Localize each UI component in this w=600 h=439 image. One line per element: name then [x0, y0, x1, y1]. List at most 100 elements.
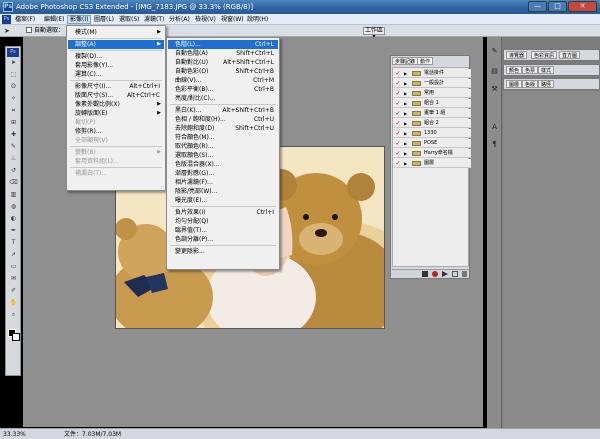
image-menu-item[interactable]: 模式(M) ▶ [68, 28, 164, 37]
slice-tool-icon[interactable]: ⊞ [8, 119, 19, 126]
expand-arrow-icon[interactable]: ▶ [404, 149, 407, 158]
toggle-check-icon[interactable]: ✓ [395, 149, 401, 158]
hand-tool-icon[interactable]: ✋ [8, 299, 19, 306]
layers-icon[interactable]: ▤ [490, 67, 499, 76]
menu-analysis[interactable]: 分析(A) [167, 15, 192, 24]
menu-image[interactable]: 影像(I) [67, 15, 92, 24]
expand-arrow-icon[interactable]: ▶ [404, 79, 407, 88]
tab-histogram[interactable]: 直方圖 [559, 51, 581, 59]
image-menu-item[interactable]: 調整(A) ▶ [68, 40, 164, 49]
ps-menu-icon[interactable]: Ps [2, 15, 11, 24]
toggle-check-icon[interactable]: ✓ [395, 69, 401, 78]
crop-tool-icon[interactable]: ⌗ [8, 107, 19, 114]
dodge-tool-icon[interactable]: ◐ [8, 215, 19, 222]
expand-arrow-icon[interactable]: ▶ [404, 129, 407, 138]
action-set-row[interactable]: ✓ ▶ POSE [394, 139, 471, 148]
zoom-level[interactable]: 33.33% [3, 431, 26, 438]
adjust-menu-item[interactable]: 均勻分配(Q) [168, 217, 278, 226]
adjust-menu-item[interactable]: 色彩平衡(B)... Ctrl+B [168, 85, 278, 94]
auto-select-checkbox[interactable] [26, 27, 32, 33]
blur-tool-icon[interactable]: ◍ [8, 203, 19, 210]
adjust-menu-item[interactable]: 符合顏色(M)... [168, 133, 278, 142]
action-set-row[interactable]: ✓ ▶ 組合 1 [394, 99, 471, 108]
play-icon[interactable] [442, 271, 448, 277]
shape-tool-icon[interactable]: ▭ [8, 263, 19, 270]
lasso-tool-icon[interactable]: ʘ [8, 83, 19, 90]
tab-styles[interactable]: 樣式 [538, 66, 555, 74]
toggle-check-icon[interactable]: ✓ [395, 89, 401, 98]
tab-history[interactable]: 步驟記錄 [392, 57, 419, 65]
action-set-row[interactable]: ✓ ▶ 常用 [394, 89, 471, 98]
tab-layers[interactable]: 圖層 [506, 80, 523, 88]
adjust-menu-item[interactable]: 臨界值(T)... [168, 226, 278, 235]
move-tool-icon[interactable]: ➤ [8, 59, 19, 66]
adjust-menu-item[interactable]: 負片效果(I) Ctrl+I [168, 208, 278, 217]
expand-arrow-icon[interactable]: ▶ [404, 69, 407, 78]
marquee-tool-icon[interactable]: ⬚ [8, 71, 19, 78]
toggle-check-icon[interactable]: ✓ [395, 99, 401, 108]
image-menu-item[interactable]: 修剪(R)... [68, 127, 164, 136]
menu-view[interactable]: 檢視(V) [193, 15, 218, 24]
background-color-swatch[interactable] [12, 333, 20, 341]
gradient-tool-icon[interactable]: ▥ [8, 191, 19, 198]
adjust-menu-item[interactable]: 曲線(V)... Ctrl+M [168, 76, 278, 85]
eyedropper-tool-icon[interactable]: ✐ [8, 287, 19, 294]
action-set-row[interactable]: ✓ ▶ 組合 2 [394, 119, 471, 128]
menu-layer[interactable]: 圖層(L) [92, 15, 116, 24]
tab-info[interactable]: 色彩資訊 [531, 51, 558, 59]
action-set-row[interactable]: ✓ ▶ 電話掛件 [394, 69, 471, 78]
toggle-check-icon[interactable]: ✓ [395, 79, 401, 88]
action-set-row[interactable]: ✓ ▶ 畫筆 1 組 [394, 109, 471, 118]
character-icon[interactable]: A [490, 123, 499, 132]
expand-arrow-icon[interactable]: ▶ [404, 89, 407, 98]
adjust-menu-item[interactable]: 取代顏色(R)... [168, 142, 278, 151]
expand-arrow-icon[interactable]: ▶ [404, 119, 407, 128]
paragraph-icon[interactable]: ¶ [490, 140, 499, 149]
image-menu-item[interactable]: 旋轉版面(E) ▶ [68, 109, 164, 118]
adjust-menu-item[interactable]: 去除飽和度(D) Shift+Ctrl+U [168, 124, 278, 133]
menu-file[interactable]: 檔案(F) [13, 15, 37, 24]
adjust-menu-item[interactable]: 自動色階(A) Shift+Ctrl+L [168, 49, 278, 58]
type-tool-icon[interactable]: T [8, 239, 19, 246]
close-button[interactable]: ✕ [568, 1, 597, 12]
image-menu-item[interactable]: 影像尺寸(I)... Alt+Ctrl+I [68, 82, 164, 91]
action-set-row[interactable]: ✓ ▶ Harry命名檔 [394, 149, 471, 158]
toggle-check-icon[interactable]: ✓ [395, 139, 401, 148]
adjust-menu-item[interactable]: 變更陰影... [168, 247, 278, 256]
adjust-menu-item[interactable]: 色調分離(P)... [168, 235, 278, 244]
action-set-row[interactable]: ✓ ▶ 圖層 [394, 159, 471, 168]
tab-actions[interactable]: 動作 [417, 57, 434, 65]
notes-tool-icon[interactable]: ✉ [8, 275, 19, 282]
brush-tool-icon[interactable]: ✎ [8, 143, 19, 150]
action-set-row[interactable]: ✓ ▶ 1330 [394, 129, 471, 138]
zoom-tool-icon[interactable]: ⌕ [8, 311, 19, 318]
toggle-check-icon[interactable]: ✓ [395, 119, 401, 128]
adjust-menu-item[interactable]: 色版混合器(X)... [168, 160, 278, 169]
maximize-button[interactable]: □ [548, 1, 567, 12]
tab-color[interactable]: 顏色 [506, 66, 523, 74]
tab-swatches[interactable]: 色票 [522, 66, 539, 74]
pen-tool-icon[interactable]: ✒ [8, 227, 19, 234]
expand-arrow-icon[interactable]: ▶ [404, 159, 407, 168]
adjust-menu-item[interactable]: 相片濾鏡(F)... [168, 178, 278, 187]
adjust-menu-item[interactable]: 色相 / 飽和度(H)... Ctrl+U [168, 115, 278, 124]
menu-window[interactable]: 視窗(W) [219, 15, 246, 24]
move-tool-icon[interactable]: ➤ [4, 27, 18, 35]
adjust-menu-item[interactable]: 漸層對應(G)... [168, 169, 278, 178]
history-brush-tool-icon[interactable]: ↺ [8, 167, 19, 174]
image-menu-item[interactable]: 複製(D)... [68, 52, 164, 61]
adjust-menu-item[interactable]: 色階(L)... Ctrl+L [168, 40, 278, 49]
menu-help[interactable]: 說明(H) [245, 15, 270, 24]
minimize-button[interactable]: — [528, 1, 547, 12]
tab-channels[interactable]: 色版 [522, 80, 539, 88]
toggle-check-icon[interactable]: ✓ [395, 109, 401, 118]
adjust-menu-item[interactable]: 陰影/亮部(W)... [168, 187, 278, 196]
expand-arrow-icon[interactable]: ▶ [404, 99, 407, 108]
trash-icon[interactable] [462, 271, 467, 277]
adjust-menu-item[interactable]: 自動色彩(O) Shift+Ctrl+B [168, 67, 278, 76]
adjust-menu-item[interactable]: 亮度/對比(C)... [168, 94, 278, 103]
image-menu-item[interactable]: 套用影像(Y)... [68, 61, 164, 70]
eraser-tool-icon[interactable]: ⌫ [8, 179, 19, 186]
image-menu-item[interactable]: 運算(C)... [68, 70, 164, 79]
workspace-button[interactable]: 工作區 ▾ [363, 27, 385, 40]
